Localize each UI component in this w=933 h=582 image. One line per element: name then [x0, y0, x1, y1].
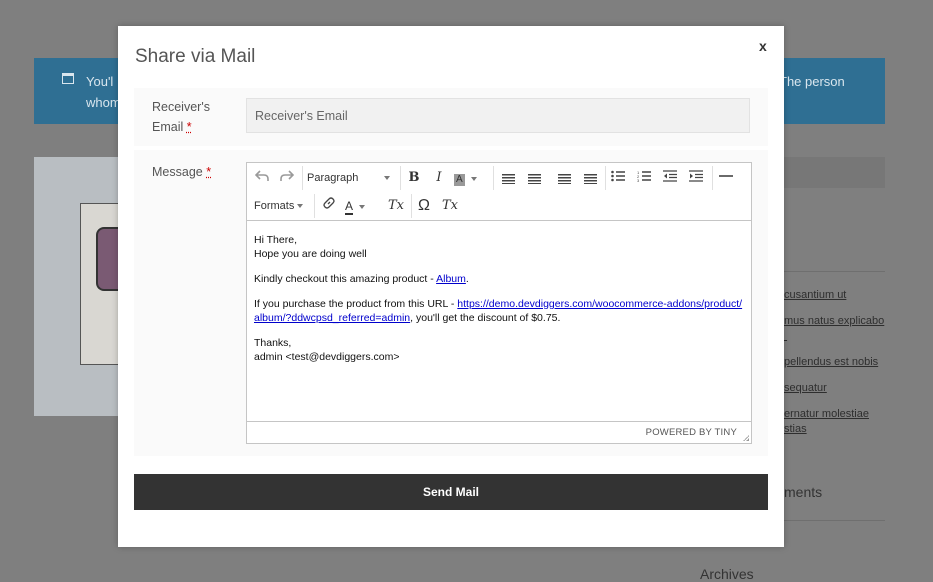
background-product-image [34, 157, 122, 416]
editor-content[interactable]: Hi There, Hope you are doing well Kindly… [247, 221, 751, 421]
message-line: If you purchase the product from this UR… [254, 298, 458, 310]
signature-text: admin <test@devdiggers.com> [254, 351, 400, 363]
sidebar-link[interactable]: pellendus est nobis [784, 355, 894, 370]
modal-title: Share via Mail [135, 46, 256, 67]
redo-icon[interactable] [275, 166, 299, 190]
window-icon [62, 73, 74, 84]
required-mark: * [206, 165, 212, 179]
sidebar-link[interactable]: ernatur molestiae stias [784, 407, 894, 437]
editor-toolbar: Paragraph B I A 123 Formats A Tx Ω Tx [247, 163, 751, 221]
text-color-button[interactable]: A [345, 194, 381, 218]
align-center-icon[interactable] [522, 166, 546, 190]
bullet-list-icon[interactable] [606, 166, 630, 190]
thanks-text: Thanks, [254, 337, 292, 349]
message-row: Message * Paragraph B I A 1 2 3 Formats … [134, 150, 768, 456]
powered-by-tiny[interactable]: POWERED BY TINY [646, 427, 737, 438]
outdent-icon[interactable] [658, 166, 682, 190]
background-comments-heading: ments [784, 484, 823, 500]
clear-formatting-icon[interactable]: Tx [384, 194, 408, 218]
link-icon[interactable] [317, 194, 341, 218]
block-format-select[interactable]: Paragraph [307, 166, 393, 190]
remove-format-icon[interactable]: Tx [438, 194, 462, 218]
align-right-icon[interactable] [552, 166, 576, 190]
message-line: Kindly checkout this amazing product - [254, 273, 437, 285]
background-divider [784, 271, 885, 272]
discount-text: , you'll get the discount of $0.75. [410, 312, 561, 324]
special-character-icon[interactable]: Ω [412, 194, 436, 218]
align-left-icon[interactable] [496, 166, 520, 190]
align-justify-icon[interactable] [578, 166, 602, 190]
message-label: Message * [152, 165, 212, 179]
notice-text-3: The person [779, 74, 845, 89]
undo-icon[interactable] [250, 166, 274, 190]
receiver-email-input[interactable] [246, 98, 750, 133]
svg-text:3: 3 [637, 178, 640, 182]
greeting-text: Hi There, [254, 234, 297, 246]
product-link[interactable]: Album [436, 273, 466, 285]
editor-statusbar: POWERED BY TINY [247, 421, 751, 443]
sidebar-link[interactable]: mus natus explicabo [784, 314, 894, 344]
send-mail-button[interactable]: Send Mail [134, 474, 768, 510]
background-divider [784, 520, 885, 521]
receiver-email-label: Receiver's Email * [152, 100, 210, 134]
indent-icon[interactable] [684, 166, 708, 190]
required-mark: * [186, 120, 192, 134]
sidebar-link[interactable]: cusantium ut [784, 288, 894, 303]
formats-select[interactable]: Formats [254, 194, 314, 218]
background-sidebar-bar [784, 157, 885, 188]
share-via-mail-modal: Share via Mail x Receiver's Email * Mess… [118, 26, 784, 547]
horizontal-rule-icon[interactable] [714, 166, 738, 190]
notice-text-2: whom [86, 95, 121, 110]
numbered-list-icon[interactable]: 123 [632, 166, 656, 190]
receiver-email-row: Receiver's Email * [134, 88, 768, 146]
message-line: Hope you are doing well [254, 248, 367, 260]
close-button[interactable]: x [759, 38, 767, 54]
sidebar-link[interactable]: sequatur [784, 381, 894, 396]
notice-text-1: You'l [86, 74, 114, 89]
background-sidebar-links: cusantium ut mus natus explicabo pellend… [784, 288, 894, 448]
background-archives-heading: Archives [700, 566, 754, 582]
italic-button[interactable]: I [427, 166, 451, 190]
resize-handle-icon[interactable] [743, 435, 749, 441]
background-color-button[interactable]: A [454, 166, 490, 190]
message-editor: Paragraph B I A 123 Formats A Tx Ω Tx Hi… [246, 162, 752, 444]
bold-button[interactable]: B [402, 166, 426, 190]
